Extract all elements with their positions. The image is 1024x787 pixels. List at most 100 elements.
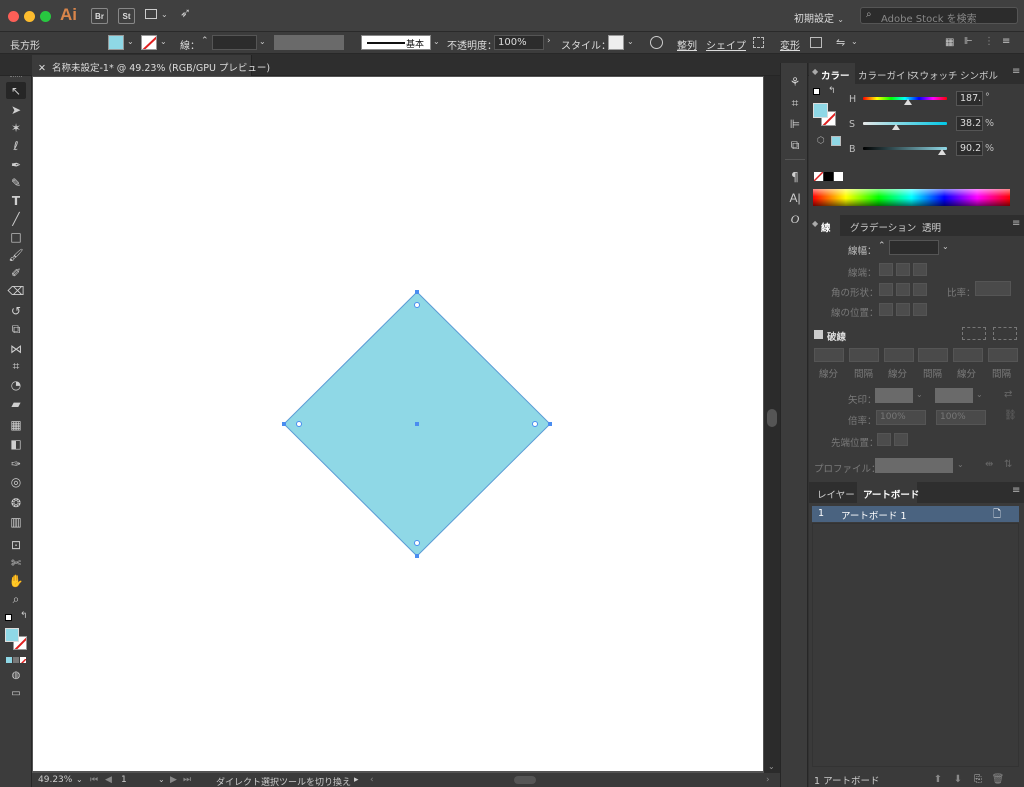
type-tool-icon[interactable]: T: [6, 192, 26, 209]
link-scale-icon[interactable]: ⛓: [1004, 410, 1017, 421]
prev-artboard-icon[interactable]: ◀: [105, 775, 112, 785]
align-center-button[interactable]: [879, 303, 893, 316]
chevron-down-icon[interactable]: ⌄: [957, 460, 964, 469]
isolate-icon[interactable]: [810, 37, 822, 48]
stepper-icon[interactable]: ⌃: [878, 241, 886, 251]
tab-color-guide[interactable]: カラーガイド: [858, 68, 915, 82]
hand-tool-icon[interactable]: ✋: [6, 572, 26, 589]
panel-menu-icon[interactable]: ≡: [1012, 66, 1020, 77]
chevron-down-icon[interactable]: ⌄: [259, 37, 266, 46]
screen-mode-icon[interactable]: ▭: [6, 685, 26, 702]
artboard-options-icon[interactable]: 🗋: [993, 507, 1001, 524]
miter-join-button[interactable]: [879, 283, 893, 296]
brush-definition[interactable]: 基本: [361, 35, 431, 50]
draw-mode-icon[interactable]: ◍: [6, 667, 26, 684]
gap-1-field[interactable]: [849, 348, 879, 362]
chevron-down-icon[interactable]: ⌄: [627, 37, 634, 46]
brightness-slider[interactable]: [863, 147, 947, 150]
chevron-down-icon[interactable]: ⌄: [160, 37, 167, 46]
distribute-icon[interactable]: ⊩: [964, 36, 973, 47]
properties-icon[interactable]: ⚘: [785, 73, 805, 91]
blend-tool-icon[interactable]: ◎: [6, 473, 26, 490]
close-tab-icon[interactable]: ✕: [38, 63, 46, 74]
status-menu-icon[interactable]: ▸: [354, 775, 359, 785]
collapse-icon[interactable]: ◆: [812, 67, 818, 76]
swap-colors-icon[interactable]: ↰: [828, 86, 836, 96]
brightness-slider-thumb[interactable]: [938, 149, 946, 155]
flip-vertical-icon[interactable]: ⇅: [1004, 459, 1012, 470]
none-mode-icon[interactable]: [20, 657, 26, 663]
flip-horizontal-icon[interactable]: ⇹: [985, 459, 993, 470]
scale-tool-icon[interactable]: ⧉: [6, 321, 26, 338]
new-artboard-icon[interactable]: ⎘: [972, 773, 984, 785]
artboard-list-item[interactable]: 1 アートボード 1 🗋: [812, 506, 1019, 522]
round-cap-button[interactable]: [896, 263, 910, 276]
tab-gradient[interactable]: グラデーション: [850, 220, 916, 234]
scroll-left-icon[interactable]: ‹: [370, 775, 374, 785]
transform-icon[interactable]: ⌗: [785, 94, 805, 112]
perspective-grid-tool-icon[interactable]: ▰: [6, 395, 26, 412]
chevron-down-icon[interactable]: ⌄: [158, 775, 165, 784]
dash-checkbox[interactable]: [814, 330, 823, 339]
chevron-down-icon[interactable]: ⌄: [942, 242, 949, 251]
tab-color[interactable]: カラー: [821, 68, 850, 82]
end-arrowhead-select[interactable]: [935, 388, 973, 403]
chevron-down-icon[interactable]: ⌄: [916, 390, 923, 399]
saturation-slider[interactable]: [863, 122, 947, 125]
align-icon[interactable]: ⊫: [785, 115, 805, 133]
curvature-tool-icon[interactable]: ✎: [6, 174, 26, 191]
zoom-tool-icon[interactable]: ⌕: [6, 591, 26, 608]
start-arrowhead-select[interactable]: [875, 388, 913, 403]
stroke-swatch[interactable]: [141, 35, 157, 50]
symbol-sprayer-tool-icon[interactable]: ❂: [6, 494, 26, 511]
direct-selection-tool-icon[interactable]: ➤: [6, 101, 26, 118]
gradient-tool-icon[interactable]: ◧: [6, 435, 26, 452]
stepper-icon[interactable]: ⌃: [201, 36, 209, 46]
toolbox-grip[interactable]: [10, 76, 22, 78]
swap-arrowheads-icon[interactable]: ⇄: [1004, 389, 1012, 400]
align-inside-button[interactable]: [896, 303, 910, 316]
stock-button[interactable]: St: [118, 8, 135, 24]
last-artboard-icon[interactable]: ⏭: [183, 775, 191, 785]
align-outside-button[interactable]: [913, 303, 927, 316]
more-options-icon[interactable]: ⋮: [984, 36, 994, 47]
scroll-thumb[interactable]: [767, 409, 777, 427]
chevron-down-icon[interactable]: ⌄: [768, 762, 775, 771]
rectangle-tool-icon[interactable]: □: [6, 228, 26, 245]
color-spectrum[interactable]: [813, 189, 1010, 206]
tip-extend-button[interactable]: [877, 433, 891, 446]
none-quick-swatch[interactable]: [814, 172, 823, 181]
scroll-right-icon[interactable]: ›: [766, 775, 770, 785]
tab-stroke[interactable]: 線: [821, 220, 831, 234]
profile-select[interactable]: [875, 458, 953, 473]
shape-link[interactable]: シェイプ: [706, 37, 746, 52]
tab-symbols[interactable]: シンボル: [960, 68, 998, 82]
document-tab[interactable]: ✕ 名称未設定-1* @ 49.23% (RGB/GPU プレビュー): [32, 55, 270, 76]
hue-field[interactable]: 187.: [956, 91, 983, 106]
recolor-artwork-icon[interactable]: [650, 36, 663, 49]
lasso-tool-icon[interactable]: ℓ: [6, 137, 26, 154]
bridge-button[interactable]: Br: [91, 8, 108, 24]
align-link[interactable]: 整列: [677, 37, 697, 52]
horizontal-scroll-thumb[interactable]: [514, 776, 536, 784]
tab-artboards[interactable]: アートボード: [863, 487, 919, 501]
chevron-down-icon[interactable]: ⌄: [433, 37, 440, 46]
move-down-icon[interactable]: ⬇: [952, 773, 964, 785]
fill-color-icon[interactable]: [5, 628, 19, 642]
tab-swatches[interactable]: スウォッチ: [910, 68, 958, 82]
hue-slider-thumb[interactable]: [904, 99, 912, 105]
slice-tool-icon[interactable]: ✄: [6, 554, 26, 571]
line-tool-icon[interactable]: ╱: [6, 210, 26, 227]
shape-builder-tool-icon[interactable]: ◔: [6, 376, 26, 393]
collapse-icon[interactable]: ◆: [812, 219, 818, 228]
stroke-weight-field[interactable]: [212, 35, 257, 50]
magic-wand-tool-icon[interactable]: ✶: [6, 119, 26, 136]
pen-tool-icon[interactable]: ✒: [6, 156, 26, 173]
gap-2-field[interactable]: [918, 348, 948, 362]
artboard-tool-icon[interactable]: ⊡: [6, 536, 26, 553]
chevron-down-icon[interactable]: ⌄: [161, 10, 168, 19]
color-mode-icon[interactable]: [6, 657, 12, 663]
default-colors-icon[interactable]: [813, 88, 820, 95]
zoom-window-button[interactable]: [40, 11, 51, 22]
align-dash-corners-button[interactable]: [993, 327, 1017, 340]
